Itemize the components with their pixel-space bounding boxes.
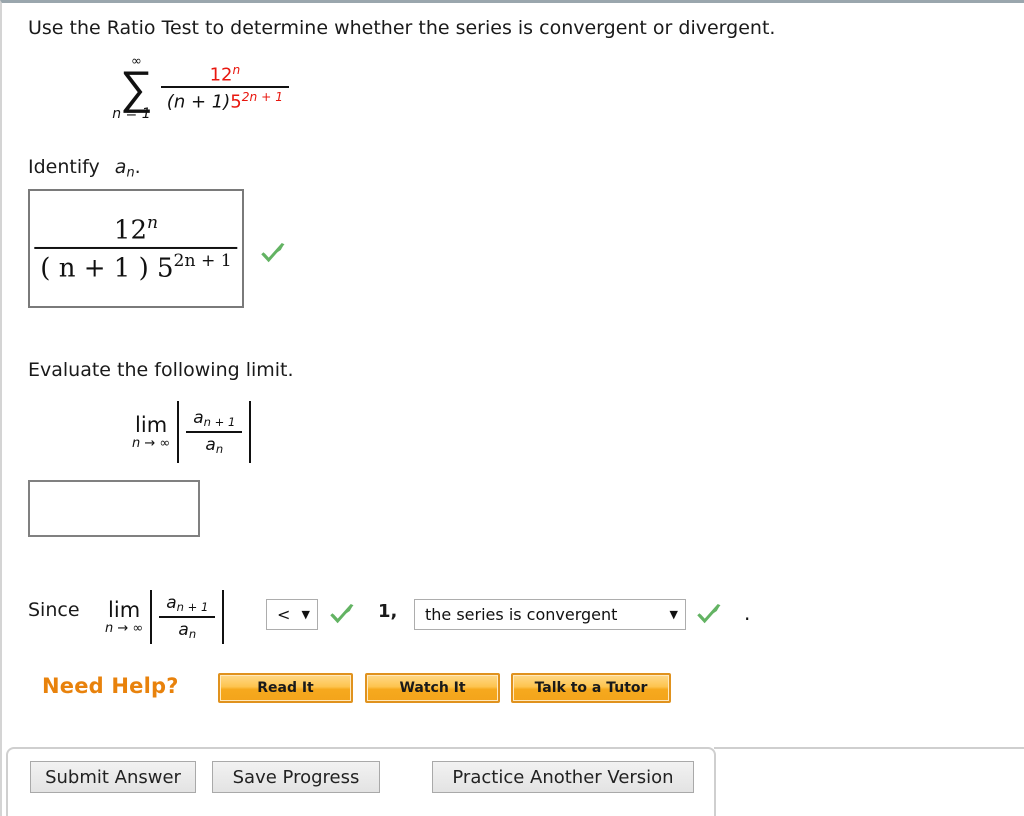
limit-expression: lim n → ∞ an + 1 an bbox=[132, 401, 258, 463]
identify-label-prefix: Identify bbox=[28, 156, 100, 178]
answer-numerator-exponent: n bbox=[147, 212, 159, 233]
conclusion-limit-text: lim bbox=[108, 597, 141, 622]
identify-symbol-subscript: n bbox=[126, 165, 135, 181]
conclusion-abs-bar-left bbox=[150, 590, 153, 644]
since-label: Since bbox=[28, 599, 80, 621]
limit-operator: lim n → ∞ bbox=[132, 414, 170, 451]
conclusion-limit-expression: lim n → ∞ an + 1 an bbox=[105, 590, 231, 644]
answer-denominator-factor: ( n + 1 ) 5 bbox=[40, 253, 174, 284]
series-numerator-exponent: n bbox=[232, 62, 241, 77]
assignment-page: Use the Ratio Test to determine whether … bbox=[0, 0, 1024, 816]
comparison-dropdown[interactable]: < ▼ bbox=[266, 599, 318, 630]
series-numerator: 12n bbox=[204, 63, 247, 86]
read-it-button[interactable]: Read It bbox=[218, 673, 353, 703]
series-denominator-base: 5 bbox=[230, 91, 242, 113]
series-denominator: (n + 1)52n + 1 bbox=[161, 88, 289, 112]
identify-symbol: a bbox=[114, 156, 127, 178]
evaluate-heading: Evaluate the following limit. bbox=[28, 359, 294, 381]
ratio-denominator-subscript: n bbox=[215, 442, 224, 457]
conclusion-ratio: an + 1 an bbox=[159, 593, 216, 641]
absolute-value-bar-right bbox=[249, 401, 252, 463]
limit-text: lim bbox=[135, 412, 168, 437]
absolute-value-bar-left bbox=[177, 401, 180, 463]
conclusion-ratio-numerator-subscript: n + 1 bbox=[176, 600, 209, 614]
series-denominator-factor: (n + 1) bbox=[166, 91, 231, 113]
sigma-icon: ∑ bbox=[120, 60, 153, 114]
limit-ratio: an + 1 an bbox=[186, 408, 243, 456]
conclusion-limit-operator: lim n → ∞ bbox=[105, 599, 143, 636]
answer-numerator-base: 12 bbox=[113, 215, 148, 246]
ratio-numerator-subscript: n + 1 bbox=[203, 415, 236, 429]
identify-answer-fraction: 12n ( n + 1 ) 52n + 1 bbox=[34, 213, 238, 284]
comparison-dropdown-value: < bbox=[277, 605, 291, 624]
problem-prompt: Use the Ratio Test to determine whether … bbox=[28, 17, 776, 39]
verdict-dropdown-value: the series is convergent bbox=[425, 605, 618, 624]
answer-numerator: 12n bbox=[104, 213, 168, 247]
chevron-down-icon-comparison: ▼ bbox=[301, 608, 310, 621]
green-check-icon-comparison bbox=[327, 600, 357, 630]
verdict-dropdown[interactable]: the series is convergent ▼ bbox=[414, 599, 686, 630]
watch-it-button[interactable]: Watch It bbox=[365, 673, 500, 703]
conclusion-abs-bar-right bbox=[222, 590, 225, 644]
chevron-down-icon-verdict: ▼ bbox=[669, 608, 678, 621]
submit-answer-button[interactable]: Submit Answer bbox=[30, 761, 196, 793]
series-denominator-exponent: 2n + 1 bbox=[241, 90, 284, 105]
conclusion-ratio-denominator-symbol: a bbox=[178, 620, 189, 640]
ratio-denominator: an bbox=[198, 433, 230, 456]
limit-subscript: n → ∞ bbox=[132, 435, 171, 451]
ratio-numerator: an + 1 bbox=[186, 408, 242, 431]
conclusion-ratio-denominator-subscript: n bbox=[188, 627, 197, 642]
conclusion-ratio-numerator: an + 1 bbox=[159, 593, 215, 616]
conclusion-limit-subscript: n → ∞ bbox=[105, 620, 144, 636]
summation-lower-limit: n = 1 bbox=[112, 105, 151, 122]
conclusion-ratio-numerator-symbol: a bbox=[166, 592, 177, 613]
series-expression: ∞ ∑ n = 1 12n (n + 1)52n + 1 bbox=[112, 55, 290, 121]
practice-another-version-button[interactable]: Practice Another Version bbox=[432, 761, 694, 793]
limit-answer-input[interactable] bbox=[28, 480, 200, 537]
footer-panel: Submit Answer Save Progress Practice Ano… bbox=[6, 747, 716, 816]
conclusion-period: . bbox=[744, 601, 751, 625]
identify-label-suffix: . bbox=[134, 156, 141, 178]
one-text: 1, bbox=[378, 601, 398, 622]
need-help-label: Need Help? bbox=[42, 674, 179, 698]
answer-denominator: ( n + 1 ) 52n + 1 bbox=[34, 249, 237, 284]
ratio-denominator-symbol: a bbox=[205, 435, 216, 455]
footer-divider-line bbox=[714, 747, 1024, 749]
conclusion-ratio-denominator: an bbox=[171, 618, 203, 641]
identify-answer-box[interactable]: 12n ( n + 1 ) 52n + 1 bbox=[28, 189, 244, 308]
identify-label: Identify an. bbox=[28, 156, 141, 181]
series-fraction: 12n (n + 1)52n + 1 bbox=[160, 63, 290, 113]
ratio-numerator-symbol: a bbox=[193, 407, 204, 428]
talk-to-a-tutor-button[interactable]: Talk to a Tutor bbox=[511, 673, 671, 703]
answer-denominator-exponent: 2n + 1 bbox=[173, 250, 232, 271]
green-check-icon-verdict bbox=[694, 600, 724, 630]
save-progress-button[interactable]: Save Progress bbox=[212, 761, 380, 793]
series-numerator-base: 12 bbox=[209, 64, 233, 86]
green-check-icon-identify bbox=[258, 239, 288, 269]
summation-operator: ∞ ∑ n = 1 bbox=[112, 55, 153, 121]
